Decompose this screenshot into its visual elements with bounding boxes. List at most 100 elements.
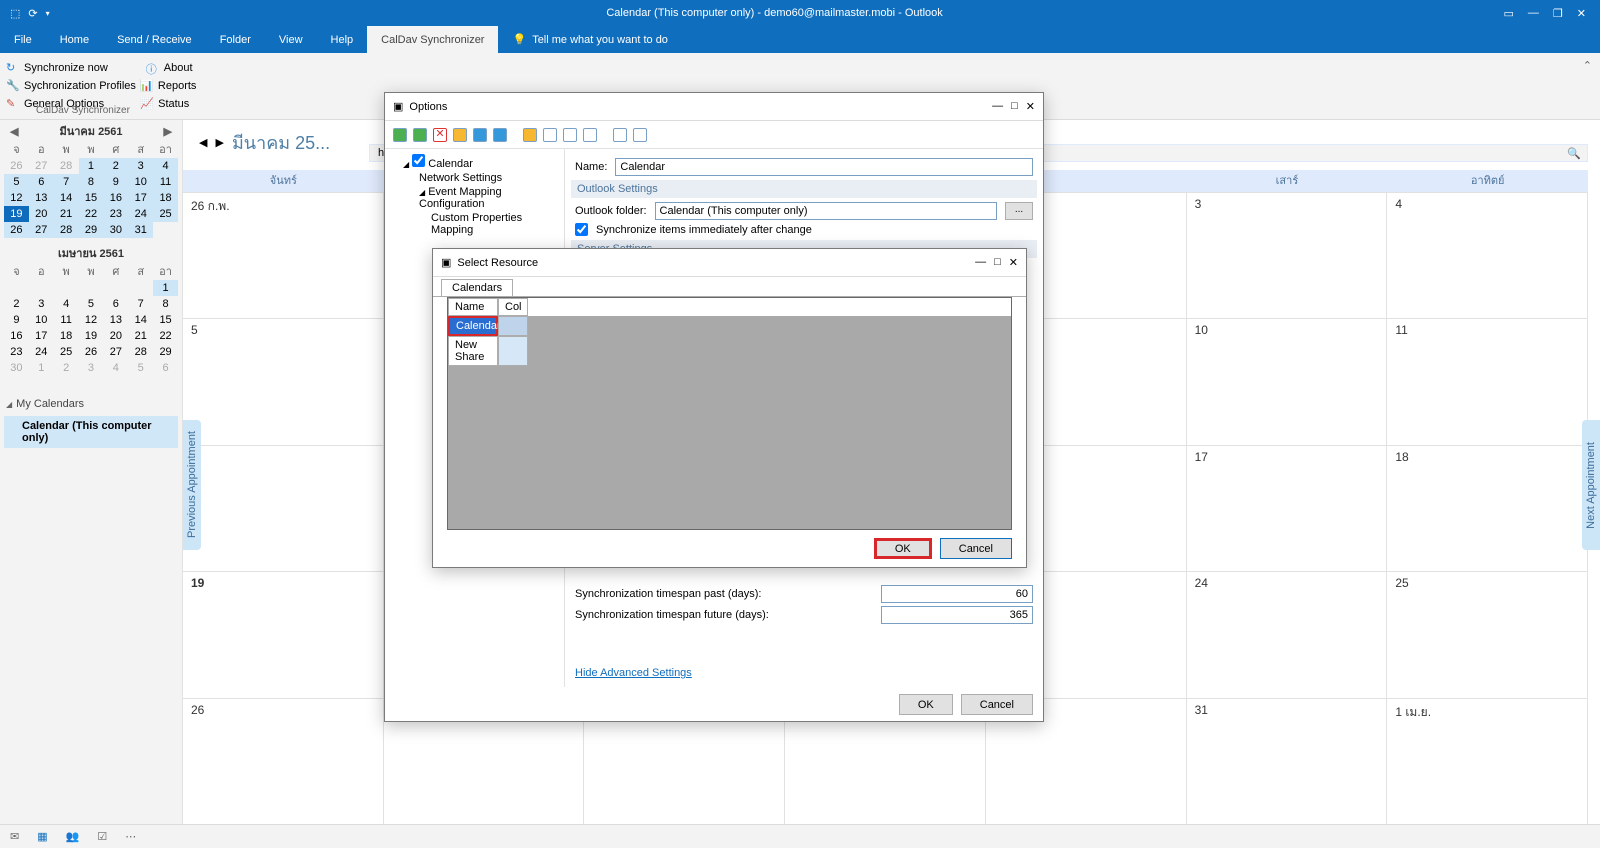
day-cell[interactable]: [103, 280, 128, 296]
help-tab[interactable]: Help: [317, 26, 368, 53]
day-cell[interactable]: 17: [128, 190, 153, 206]
day-cell[interactable]: 1: [79, 158, 104, 174]
calendars-tab[interactable]: Calendars: [441, 279, 513, 296]
view-tab[interactable]: View: [265, 26, 317, 53]
status-button[interactable]: Status: [158, 98, 189, 110]
day-cell[interactable]: 23: [103, 206, 128, 222]
day-cell[interactable]: 28: [54, 158, 79, 174]
day-cell[interactable]: 7: [54, 174, 79, 190]
copy-icon[interactable]: [453, 128, 467, 142]
home-tab[interactable]: Home: [46, 26, 103, 53]
day-cell[interactable]: 24: [128, 206, 153, 222]
day-cell[interactable]: 21: [128, 328, 153, 344]
add-multi-icon[interactable]: [413, 128, 427, 142]
day-cell[interactable]: 18: [153, 190, 178, 206]
day-cell[interactable]: 12: [79, 312, 104, 328]
calendar-cell[interactable]: 18: [1387, 446, 1588, 571]
browse-button[interactable]: ...: [1005, 202, 1033, 220]
quickaccess-icon[interactable]: ⟳: [28, 7, 37, 20]
maximize-button[interactable]: ❐: [1553, 7, 1563, 20]
options-cancel-button[interactable]: Cancel: [961, 694, 1033, 715]
day-cell[interactable]: 28: [128, 344, 153, 360]
minimize-button[interactable]: —: [1528, 7, 1539, 20]
search-icon[interactable]: 🔍: [1567, 147, 1581, 160]
day-cell[interactable]: 30: [4, 360, 29, 376]
sendreceive-tab[interactable]: Send / Receive: [103, 26, 206, 53]
day-cell[interactable]: 28: [54, 222, 79, 238]
day-cell[interactable]: [54, 280, 79, 296]
calendar-cell[interactable]: 19: [183, 572, 384, 697]
day-cell[interactable]: 27: [29, 158, 54, 174]
calendar-cell[interactable]: 31: [1187, 699, 1388, 824]
name-header[interactable]: Name: [448, 298, 498, 316]
day-cell[interactable]: 5: [128, 360, 153, 376]
name-input[interactable]: [615, 158, 1033, 176]
day-cell[interactable]: 2: [4, 296, 29, 312]
day-cell[interactable]: 26: [4, 158, 29, 174]
tree-mapping[interactable]: ◢ Event Mapping Configuration: [391, 185, 558, 211]
day-cell[interactable]: 5: [4, 174, 29, 190]
day-cell[interactable]: 6: [103, 296, 128, 312]
day-cell[interactable]: 24: [29, 344, 54, 360]
calendar-checkbox[interactable]: [412, 154, 425, 167]
tell-me[interactable]: 💡Tell me what you want to do: [498, 33, 667, 46]
day-cell[interactable]: 4: [103, 360, 128, 376]
calendar-cell[interactable]: 26 ก.พ.: [183, 193, 384, 318]
calendar-cell[interactable]: 17: [1187, 446, 1388, 571]
calendar-cell[interactable]: 26: [183, 699, 384, 824]
dialog-minimize-button[interactable]: —: [992, 100, 1003, 113]
up-icon[interactable]: [473, 128, 487, 142]
dialog-close-button[interactable]: ✕: [1026, 100, 1035, 113]
calendar-cell[interactable]: 5: [183, 319, 384, 444]
day-cell[interactable]: 26: [4, 222, 29, 238]
day-cell[interactable]: 3: [79, 360, 104, 376]
calendar-item[interactable]: Calendar (This computer only): [4, 416, 178, 448]
day-cell[interactable]: 11: [153, 174, 178, 190]
day-cell[interactable]: 29: [79, 222, 104, 238]
more-icon[interactable]: ⋯: [125, 830, 136, 843]
dialog-maximize-button[interactable]: □: [1011, 100, 1018, 113]
day-cell[interactable]: 14: [128, 312, 153, 328]
expand-icon[interactable]: [613, 128, 627, 142]
day-cell[interactable]: 2: [54, 360, 79, 376]
day-cell[interactable]: [29, 280, 54, 296]
calendar-cell[interactable]: 24: [1187, 572, 1388, 697]
previous-appointment-tab[interactable]: Previous Appointment: [183, 420, 201, 550]
day-cell[interactable]: 1: [29, 360, 54, 376]
tree-custom[interactable]: Custom Properties Mapping: [391, 211, 558, 237]
day-cell[interactable]: 1: [153, 280, 178, 296]
dialog-minimize-button[interactable]: —: [975, 256, 986, 269]
export-icon[interactable]: [633, 128, 647, 142]
collapse-ribbon-button[interactable]: ⌃: [1583, 59, 1592, 72]
day-cell[interactable]: 27: [103, 344, 128, 360]
day-cell[interactable]: 4: [54, 296, 79, 312]
profiles-button[interactable]: Sychronization Profiles: [24, 80, 136, 92]
ribbon-options-icon[interactable]: ▭: [1504, 7, 1514, 20]
open-icon[interactable]: [523, 128, 537, 142]
calendar-cell[interactable]: 11: [1387, 319, 1588, 444]
day-cell[interactable]: 8: [153, 296, 178, 312]
day-cell[interactable]: 22: [153, 328, 178, 344]
minimonth-march[interactable]: ◀มีนาคม 2561▶ จอพพศสอา262728123456789101…: [0, 120, 182, 242]
day-cell[interactable]: 12: [4, 190, 29, 206]
close-button[interactable]: ✕: [1577, 7, 1586, 20]
day-cell[interactable]: 15: [153, 312, 178, 328]
day-cell[interactable]: 11: [54, 312, 79, 328]
reports-button[interactable]: Reports: [158, 80, 197, 92]
day-cell[interactable]: 16: [4, 328, 29, 344]
day-cell[interactable]: 7: [128, 296, 153, 312]
quickaccess-dropdown[interactable]: ▾: [46, 9, 50, 18]
tree-network[interactable]: Network Settings: [391, 171, 558, 185]
day-cell[interactable]: 5: [79, 296, 104, 312]
my-calendars-header[interactable]: My Calendars: [0, 394, 182, 414]
day-cell[interactable]: 3: [128, 158, 153, 174]
day-cell[interactable]: 3: [29, 296, 54, 312]
day-cell[interactable]: 8: [79, 174, 104, 190]
cal-next-button[interactable]: ▶: [215, 136, 223, 149]
about-button[interactable]: About: [164, 62, 193, 74]
hide-advanced-link[interactable]: Hide Advanced Settings: [575, 667, 692, 679]
calendar-cell[interactable]: [183, 446, 384, 571]
day-cell[interactable]: 23: [4, 344, 29, 360]
day-cell[interactable]: 20: [29, 206, 54, 222]
add-icon[interactable]: [393, 128, 407, 142]
